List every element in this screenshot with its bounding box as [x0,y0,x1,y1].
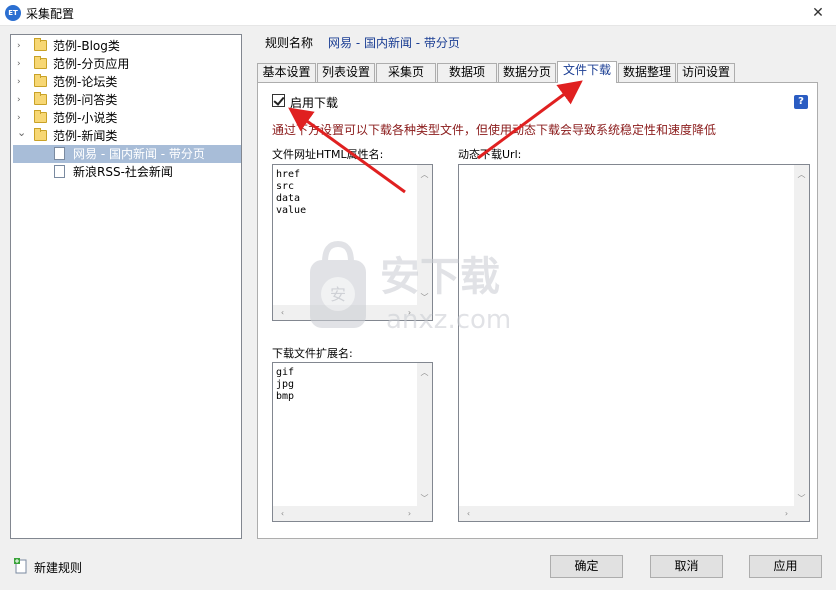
tree-item-label: 范例-新闻类 [53,129,118,143]
attr-name-label: 文件网址HTML属性名: [272,148,384,161]
folder-icon [34,128,47,141]
rule-name-label: 规则名称 [265,36,314,50]
watermark-logo-icon: 安 安下载 anxz.com [310,240,511,335]
tab-data-paging[interactable]: 数据分页 [498,63,556,82]
ok-button[interactable]: 确定 [550,555,623,578]
tree-item-netease[interactable]: 网易 - 国内新闻 - 带分页 [11,145,241,163]
document-icon [54,165,65,178]
folder-icon [34,92,47,105]
scrollbar-corner [794,506,809,521]
close-button[interactable]: ✕ [800,0,836,26]
tree-item-label: 范例-分页应用 [53,57,130,71]
folder-icon [34,38,47,51]
scroll-right-icon[interactable]: › [402,506,417,521]
document-icon [54,147,65,160]
vertical-scrollbar[interactable]: ︿ ﹀ [794,165,809,506]
scrollbar-corner [417,506,432,521]
vertical-scrollbar[interactable]: ︿ ﹀ [417,363,432,506]
file-ext-text[interactable]: gif jpg bmp [276,367,294,403]
horizontal-scrollbar[interactable]: ‹ › [459,506,794,521]
tab-data-cleanup[interactable]: 数据整理 [618,63,676,82]
cancel-button[interactable]: 取消 [650,555,723,578]
scroll-right-icon[interactable]: › [779,506,794,521]
attr-name-text[interactable]: href src data value [276,169,306,217]
tree-item-news[interactable]: ⌄ 范例-新闻类 [11,124,241,145]
scroll-left-icon[interactable]: ‹ [275,305,290,320]
title-bar: ET 采集配置 ✕ [0,0,836,26]
file-ext-label: 下载文件扩展名: [272,347,353,360]
chevron-right-icon[interactable]: › [17,55,27,73]
tab-file-download[interactable]: 文件下载 [557,61,617,83]
file-ext-textarea[interactable]: gif jpg bmp ︿ ﹀ ‹ › [272,362,433,522]
tree-item-label: 范例-小说类 [53,111,118,125]
tree-item-label: 范例-问答类 [53,93,118,107]
tab-access-settings[interactable]: 访问设置 [677,63,735,82]
chevron-down-icon[interactable]: ⌄ [17,124,27,142]
rule-tree[interactable]: › 范例-Blog类 › 范例-分页应用 › 范例-论坛类 › 范例-问答类 ›… [10,34,242,539]
download-warning-text: 通过下方设置可以下载各种类型文件，但使用动态下载会导致系统稳定性和速度降低 [272,123,717,137]
tab-collect-page[interactable]: 采集页 [376,63,436,82]
scroll-down-icon[interactable]: ﹀ [417,491,432,506]
folder-icon [34,110,47,123]
tree-item-label: 网易 - 国内新闻 - 带分页 [73,147,205,161]
new-rule-button[interactable]: 新建规则 [34,559,82,576]
enable-download-label[interactable]: 启用下载 [290,94,338,111]
tab-data-items[interactable]: 数据项 [437,63,497,82]
tree-item-label: 范例-Blog类 [53,39,120,53]
scroll-up-icon[interactable]: ︿ [417,365,432,380]
rule-name-value: 网易 - 国内新闻 - 带分页 [328,36,460,50]
chevron-right-icon[interactable]: › [17,91,27,109]
app-icon: ET [5,5,21,21]
tree-item-novel[interactable]: › 范例-小说类 [11,109,241,127]
watermark: 安 安下载 anxz.com [308,238,548,338]
chevron-right-icon[interactable]: › [17,37,27,55]
tab-basic-settings[interactable]: 基本设置 [257,63,316,82]
tree-item-qa[interactable]: › 范例-问答类 [11,91,241,109]
new-rule-icon[interactable] [14,558,28,574]
scroll-up-icon[interactable]: ︿ [794,167,809,182]
scroll-left-icon[interactable]: ‹ [461,506,476,521]
apply-button[interactable]: 应用 [749,555,822,578]
watermark-text: 安下载 [380,254,500,300]
scroll-left-icon[interactable]: ‹ [275,506,290,521]
window-title: 采集配置 [26,7,75,21]
dynamic-url-label: 动态下载Url: [458,148,522,161]
tree-item-paging[interactable]: › 范例-分页应用 [11,55,241,73]
folder-icon [34,74,47,87]
tree-item-forum[interactable]: › 范例-论坛类 [11,73,241,91]
folder-icon [34,56,47,69]
enable-download-checkbox[interactable] [272,94,285,107]
chevron-right-icon[interactable]: › [17,73,27,91]
watermark-badge: 安 [330,285,346,304]
tree-item-label: 范例-论坛类 [53,75,118,89]
scroll-down-icon[interactable]: ﹀ [794,491,809,506]
tree-item-sina-rss[interactable]: 新浪RSS-社会新闻 [11,163,241,181]
watermark-url: anxz.com [386,305,511,335]
dynamic-url-textarea[interactable]: ︿ ﹀ ‹ › [458,164,810,522]
help-icon[interactable]: ? [794,95,808,109]
tree-item-label: 新浪RSS-社会新闻 [73,165,173,179]
horizontal-scrollbar[interactable]: ‹ › [273,506,417,521]
scroll-up-icon[interactable]: ︿ [417,167,432,182]
tree-item-blog[interactable]: › 范例-Blog类 [11,37,241,55]
tab-list-settings[interactable]: 列表设置 [317,63,375,82]
